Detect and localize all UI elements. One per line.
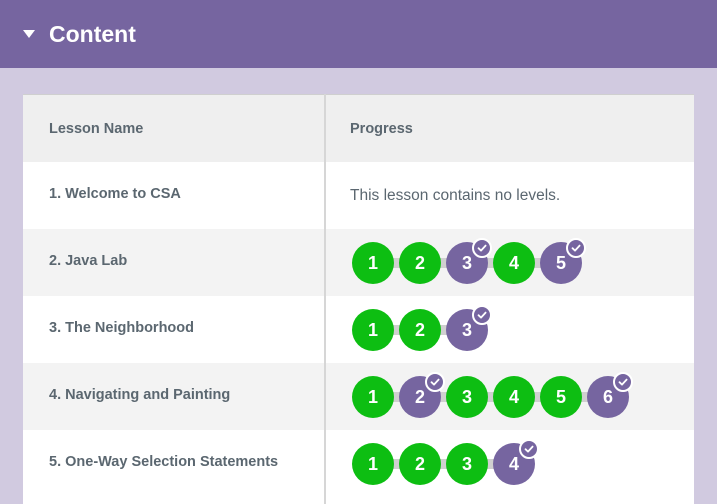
no-levels-message: This lesson contains no levels. [350, 187, 561, 204]
level-number: 3 [461, 319, 472, 340]
level-progress-bubbles: 1 2 3 4 5 [352, 238, 586, 285]
lesson-name[interactable]: 2. Java Lab [49, 253, 127, 269]
progress-column-header: Progress [350, 121, 413, 137]
level-bubble[interactable]: 2 [399, 443, 441, 485]
level-number: 3 [461, 453, 472, 474]
level-number: 5 [555, 386, 566, 407]
table-row: 4. Navigating and Painting 1 2 3 4 5 6 [23, 363, 694, 430]
level-bubble[interactable]: 2 [399, 242, 441, 284]
level-number: 1 [367, 386, 378, 407]
level-number: 3 [461, 252, 472, 273]
level-bubble[interactable]: 4 [493, 376, 535, 418]
level-number: 5 [555, 252, 566, 273]
level-bubble[interactable]: 5 [540, 238, 586, 284]
checkmark-icon [519, 439, 539, 459]
level-number: 4 [508, 386, 519, 407]
table-header-row: Lesson Name Progress [23, 94, 694, 162]
table-row: 5. One-Way Selection Statements 1 2 3 4 [23, 430, 694, 497]
level-number: 4 [508, 453, 519, 474]
column-divider [324, 94, 326, 504]
lesson-name[interactable]: 4. Navigating and Painting [49, 387, 230, 403]
level-bubble[interactable]: 6 [587, 372, 633, 418]
level-number: 3 [461, 386, 472, 407]
level-progress-bubbles: 1 2 3 4 [352, 439, 539, 486]
lesson-name[interactable]: 3. The Neighborhood [49, 320, 194, 336]
lesson-name[interactable]: 5. One-Way Selection Statements [49, 454, 278, 470]
lesson-progress-table: Lesson Name Progress 1. Welcome to CSA Th… [23, 94, 694, 504]
content-section-header[interactable]: Content [0, 0, 717, 68]
checkmark-icon [472, 305, 492, 325]
level-bubble[interactable]: 1 [352, 242, 394, 284]
level-bubble[interactable]: 1 [352, 376, 394, 418]
level-bubble[interactable]: 3 [446, 376, 488, 418]
level-progress-bubbles: 1 2 3 4 5 6 [352, 372, 633, 419]
section-title: Content [49, 20, 136, 47]
level-bubble[interactable]: 3 [446, 238, 492, 284]
level-bubble[interactable]: 4 [493, 439, 539, 485]
caret-down-icon[interactable] [23, 30, 35, 38]
checkmark-icon [472, 238, 492, 258]
level-number: 1 [367, 453, 378, 474]
level-progress-bubbles: 1 2 3 [352, 305, 492, 352]
level-bubble[interactable]: 3 [446, 305, 492, 351]
level-number: 1 [367, 319, 378, 340]
lesson-name[interactable]: 1. Welcome to CSA [49, 186, 181, 202]
level-bubble[interactable]: 5 [540, 376, 582, 418]
level-bubble[interactable]: 2 [399, 372, 445, 418]
lesson-name-column-header: Lesson Name [49, 121, 144, 137]
level-number: 2 [414, 319, 425, 340]
level-number: 2 [414, 252, 425, 273]
table-row: 2. Java Lab 1 2 3 4 5 [23, 229, 694, 296]
level-bubble[interactable]: 1 [352, 309, 394, 351]
level-bubble[interactable]: 2 [399, 309, 441, 351]
level-number: 2 [414, 386, 425, 407]
level-number: 6 [602, 386, 613, 407]
checkmark-icon [613, 372, 633, 392]
level-number: 4 [508, 252, 519, 273]
checkmark-icon [566, 238, 586, 258]
level-number: 2 [414, 453, 425, 474]
level-bubble[interactable]: 1 [352, 443, 394, 485]
level-bubble[interactable]: 4 [493, 242, 535, 284]
table-row: 3. The Neighborhood 1 2 3 [23, 296, 694, 363]
table-row: 1. Welcome to CSA This lesson contains no… [23, 162, 694, 229]
checkmark-icon [425, 372, 445, 392]
level-bubble[interactable]: 3 [446, 443, 488, 485]
level-number: 1 [367, 252, 378, 273]
